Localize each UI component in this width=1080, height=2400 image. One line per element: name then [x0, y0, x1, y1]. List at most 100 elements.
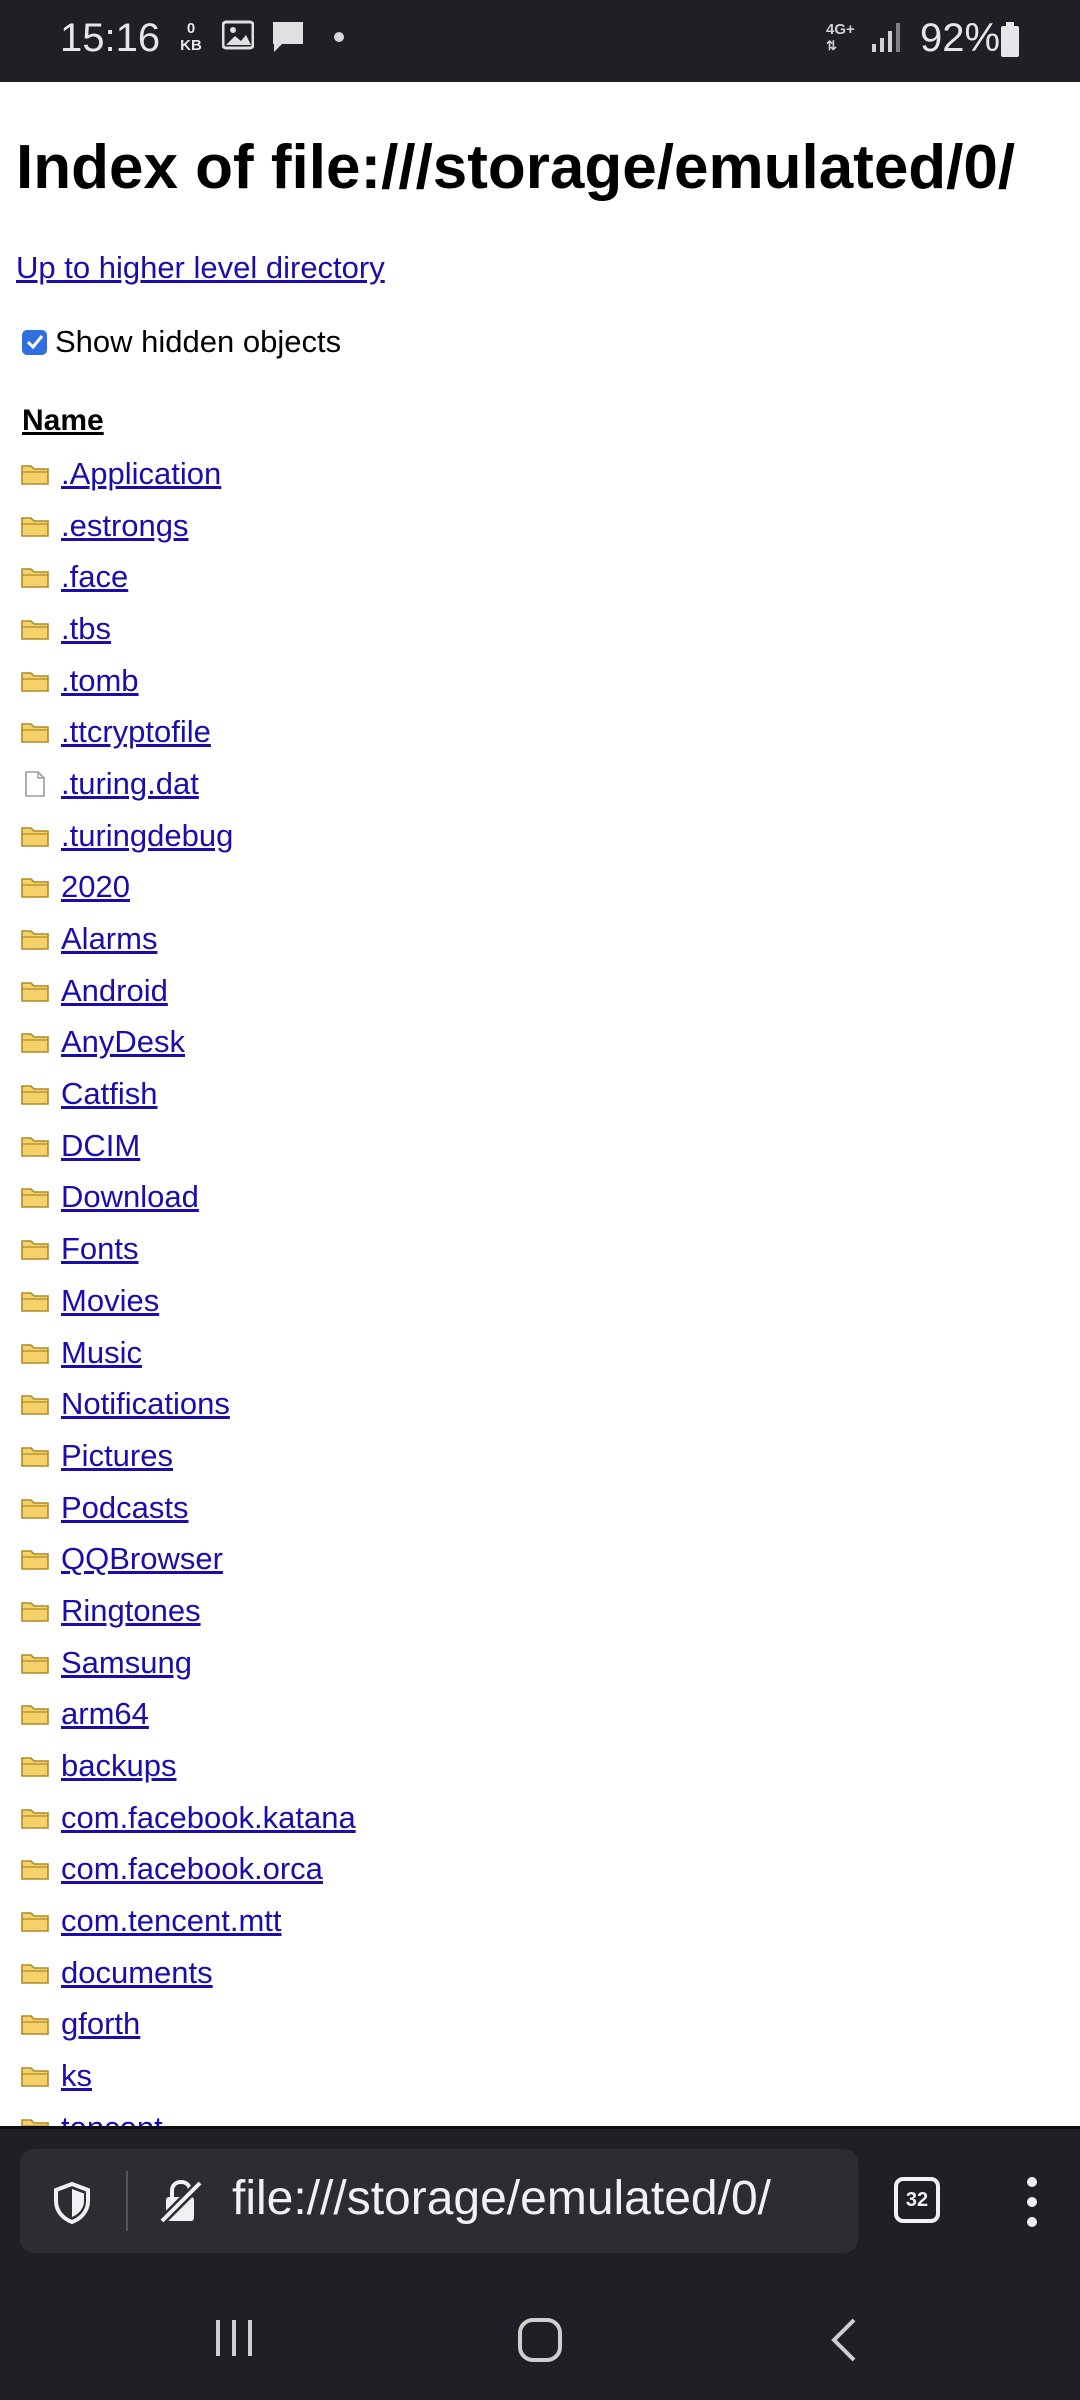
folder-link[interactable]: Movies	[61, 1283, 159, 1319]
list-item: .tomb	[20, 655, 356, 707]
folder-link[interactable]: com.facebook.katana	[61, 1800, 356, 1836]
more-notifications-dot-icon	[334, 32, 344, 42]
folder-link[interactable]: .estrongs	[61, 508, 189, 544]
list-item: Notifications	[20, 1378, 356, 1430]
folder-icon	[20, 1286, 54, 1316]
list-item: .ttcryptofile	[20, 706, 356, 758]
data-speed-indicator: 0 KB	[180, 20, 202, 54]
folder-link[interactable]: com.facebook.orca	[61, 1851, 323, 1887]
file-link[interactable]: .turing.dat	[61, 766, 199, 802]
folder-link[interactable]: .tomb	[61, 663, 139, 699]
folder-icon	[20, 562, 54, 592]
folder-link[interactable]: tencent	[61, 2110, 163, 2126]
show-hidden-toggle[interactable]: Show hidden objects	[22, 322, 341, 362]
folder-icon	[20, 1182, 54, 1212]
directory-entries-list: .Application .estrongs .face .tbs .tomb .ttcr…	[20, 448, 356, 2126]
battery-percentage: 92%	[920, 16, 1001, 60]
show-hidden-checkbox[interactable]	[22, 329, 47, 355]
folder-link[interactable]: Samsung	[61, 1645, 192, 1681]
status-bar: 15:16 0 KB 4G+ ⇅ 92%	[0, 0, 1080, 82]
folder-link[interactable]: .tbs	[61, 611, 111, 647]
list-item: DCIM	[20, 1120, 356, 1172]
folder-icon	[20, 1699, 54, 1729]
list-item: com.tencent.mtt	[20, 1895, 356, 1947]
folder-link[interactable]: .Application	[61, 456, 221, 492]
folder-icon	[20, 1389, 54, 1419]
url-text[interactable]: file:///storage/emulated/0/	[232, 2171, 771, 2226]
status-time: 15:16	[60, 16, 161, 60]
name-column-header[interactable]: Name	[22, 404, 104, 438]
folder-icon	[20, 459, 54, 489]
list-item: Catfish	[20, 1068, 356, 1120]
folder-icon	[20, 1544, 54, 1574]
list-item: AnyDesk	[20, 1017, 356, 1069]
folder-link[interactable]: arm64	[61, 1696, 149, 1732]
back-icon[interactable]	[826, 2316, 862, 2369]
folder-icon	[20, 1441, 54, 1471]
folder-link[interactable]: .face	[61, 559, 128, 595]
folder-link[interactable]: 2020	[61, 869, 130, 905]
list-item: Alarms	[20, 913, 356, 965]
folder-link[interactable]: Pictures	[61, 1438, 173, 1474]
folder-link[interactable]: Alarms	[61, 921, 157, 957]
folder-icon	[20, 666, 54, 696]
list-item: documents	[20, 1947, 356, 1999]
list-item: Pictures	[20, 1430, 356, 1482]
list-item: gforth	[20, 1999, 356, 2051]
battery-icon	[1000, 22, 1020, 63]
folder-link[interactable]: .ttcryptofile	[61, 714, 211, 750]
browser-toolbar: file:///storage/emulated/0/ 32	[0, 2126, 1080, 2279]
folder-link[interactable]: .turingdebug	[61, 818, 233, 854]
list-item: .face	[20, 551, 356, 603]
list-item: Music	[20, 1327, 356, 1379]
folder-link[interactable]: DCIM	[61, 1128, 140, 1164]
list-item: Download	[20, 1172, 356, 1224]
list-item: Ringtones	[20, 1585, 356, 1637]
folder-icon	[20, 1751, 54, 1781]
folder-link[interactable]: Podcasts	[61, 1490, 189, 1526]
folder-link[interactable]: documents	[61, 1955, 213, 1991]
folder-icon	[20, 1854, 54, 1884]
home-icon[interactable]	[516, 2316, 564, 2369]
insecure-connection-icon[interactable]	[156, 2177, 206, 2232]
folder-icon	[20, 1596, 54, 1626]
directory-listing-page: Index of file:///storage/emulated/0/ Up …	[0, 82, 1080, 2126]
up-directory-link[interactable]: Up to higher level directory	[16, 250, 385, 286]
data-speed-unit: KB	[180, 37, 202, 54]
folder-link[interactable]: gforth	[61, 2006, 140, 2042]
folder-link[interactable]: Android	[61, 973, 168, 1009]
folder-icon	[20, 717, 54, 747]
system-navigation-bar	[0, 2276, 1080, 2400]
folder-icon	[20, 614, 54, 644]
folder-link[interactable]: Ringtones	[61, 1593, 201, 1629]
folder-link[interactable]: Catfish	[61, 1076, 157, 1112]
tab-counter-button[interactable]: 32	[894, 2177, 940, 2223]
menu-kebab-icon[interactable]	[1020, 2177, 1044, 2227]
list-item: com.facebook.orca	[20, 1844, 356, 1896]
folder-icon	[20, 1648, 54, 1678]
tracking-protection-shield-icon[interactable]	[50, 2181, 94, 2230]
recent-apps-icon[interactable]	[212, 2316, 256, 2365]
message-notification-icon	[270, 20, 306, 59]
network-type-label: 4G+	[826, 21, 855, 38]
page-title: Index of file:///storage/emulated/0/	[16, 133, 1016, 202]
folder-icon	[20, 1131, 54, 1161]
folder-link[interactable]: Notifications	[61, 1386, 230, 1422]
folder-link[interactable]: Download	[61, 1179, 199, 1215]
folder-link[interactable]: AnyDesk	[61, 1024, 185, 1060]
folder-link[interactable]: com.tencent.mtt	[61, 1903, 282, 1939]
folder-icon	[20, 1234, 54, 1264]
folder-link[interactable]: QQBrowser	[61, 1541, 223, 1577]
folder-link[interactable]: backups	[61, 1748, 176, 1784]
folder-icon	[20, 2113, 54, 2126]
list-item: 2020	[20, 862, 356, 914]
folder-icon	[20, 821, 54, 851]
folder-icon	[20, 2061, 54, 2091]
address-bar[interactable]: file:///storage/emulated/0/	[20, 2149, 858, 2253]
folder-link[interactable]: Fonts	[61, 1231, 139, 1267]
folder-link[interactable]: ks	[61, 2058, 92, 2094]
gallery-notification-icon	[221, 20, 255, 55]
folder-icon	[20, 1027, 54, 1057]
list-item: backups	[20, 1740, 356, 1792]
folder-link[interactable]: Music	[61, 1335, 142, 1371]
